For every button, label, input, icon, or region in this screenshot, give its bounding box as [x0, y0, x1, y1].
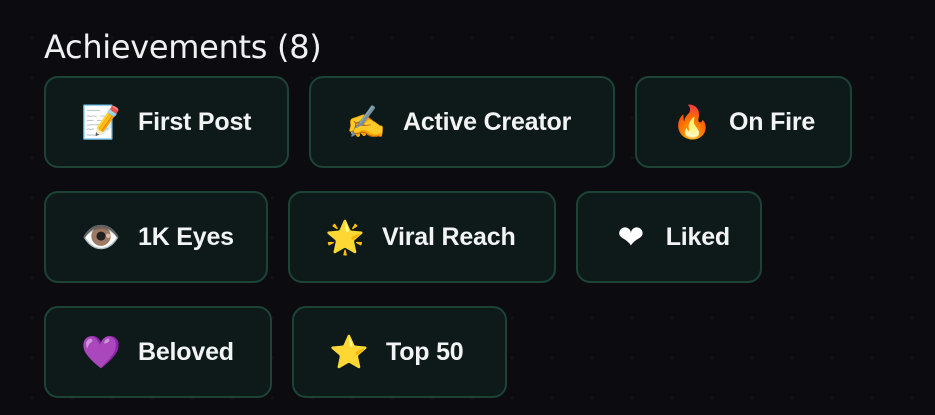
achievements-section: Achievements (8) 📝 First Post ✍️ Active …: [44, 22, 924, 398]
badge-beloved[interactable]: 💜 Beloved: [44, 306, 272, 398]
badge-viral-reach[interactable]: 🌟 Viral Reach: [288, 191, 556, 283]
badge-label: 1K Eyes: [138, 222, 234, 251]
badge-label: Liked: [665, 222, 730, 251]
badge-row: 💜 Beloved ⭐ Top 50: [44, 306, 527, 398]
glowing-star-icon: 🌟: [325, 218, 365, 256]
achievements-title: Achievements (8): [44, 28, 322, 66]
memo-icon: 📝: [81, 103, 121, 141]
badge-label: On Fire: [729, 107, 816, 136]
fire-icon: 🔥: [672, 103, 712, 141]
badge-row: 📝 First Post ✍️ Active Creator 🔥 On Fire: [44, 76, 872, 168]
heart-icon: ❤: [617, 218, 645, 256]
badge-first-post[interactable]: 📝 First Post: [44, 76, 289, 168]
badge-on-fire[interactable]: 🔥 On Fire: [635, 76, 852, 168]
badge-label: First Post: [138, 107, 252, 136]
writing-hand-icon: ✍️: [346, 103, 386, 141]
badge-label: Active Creator: [403, 107, 572, 136]
badge-1k-eyes[interactable]: 👁️ 1K Eyes: [44, 191, 268, 283]
eye-icon: 👁️: [81, 218, 121, 256]
badge-row: 👁️ 1K Eyes 🌟 Viral Reach ❤ Liked: [44, 191, 782, 283]
badge-liked[interactable]: ❤ Liked: [576, 191, 762, 283]
badge-label: Top 50: [386, 337, 464, 366]
star-icon: ⭐: [329, 333, 369, 371]
badge-active-creator[interactable]: ✍️ Active Creator: [309, 76, 615, 168]
badge-label: Beloved: [138, 337, 234, 366]
badge-label: Viral Reach: [382, 222, 516, 251]
badge-top-50[interactable]: ⭐ Top 50: [292, 306, 507, 398]
purple-heart-icon: 💜: [81, 333, 121, 371]
